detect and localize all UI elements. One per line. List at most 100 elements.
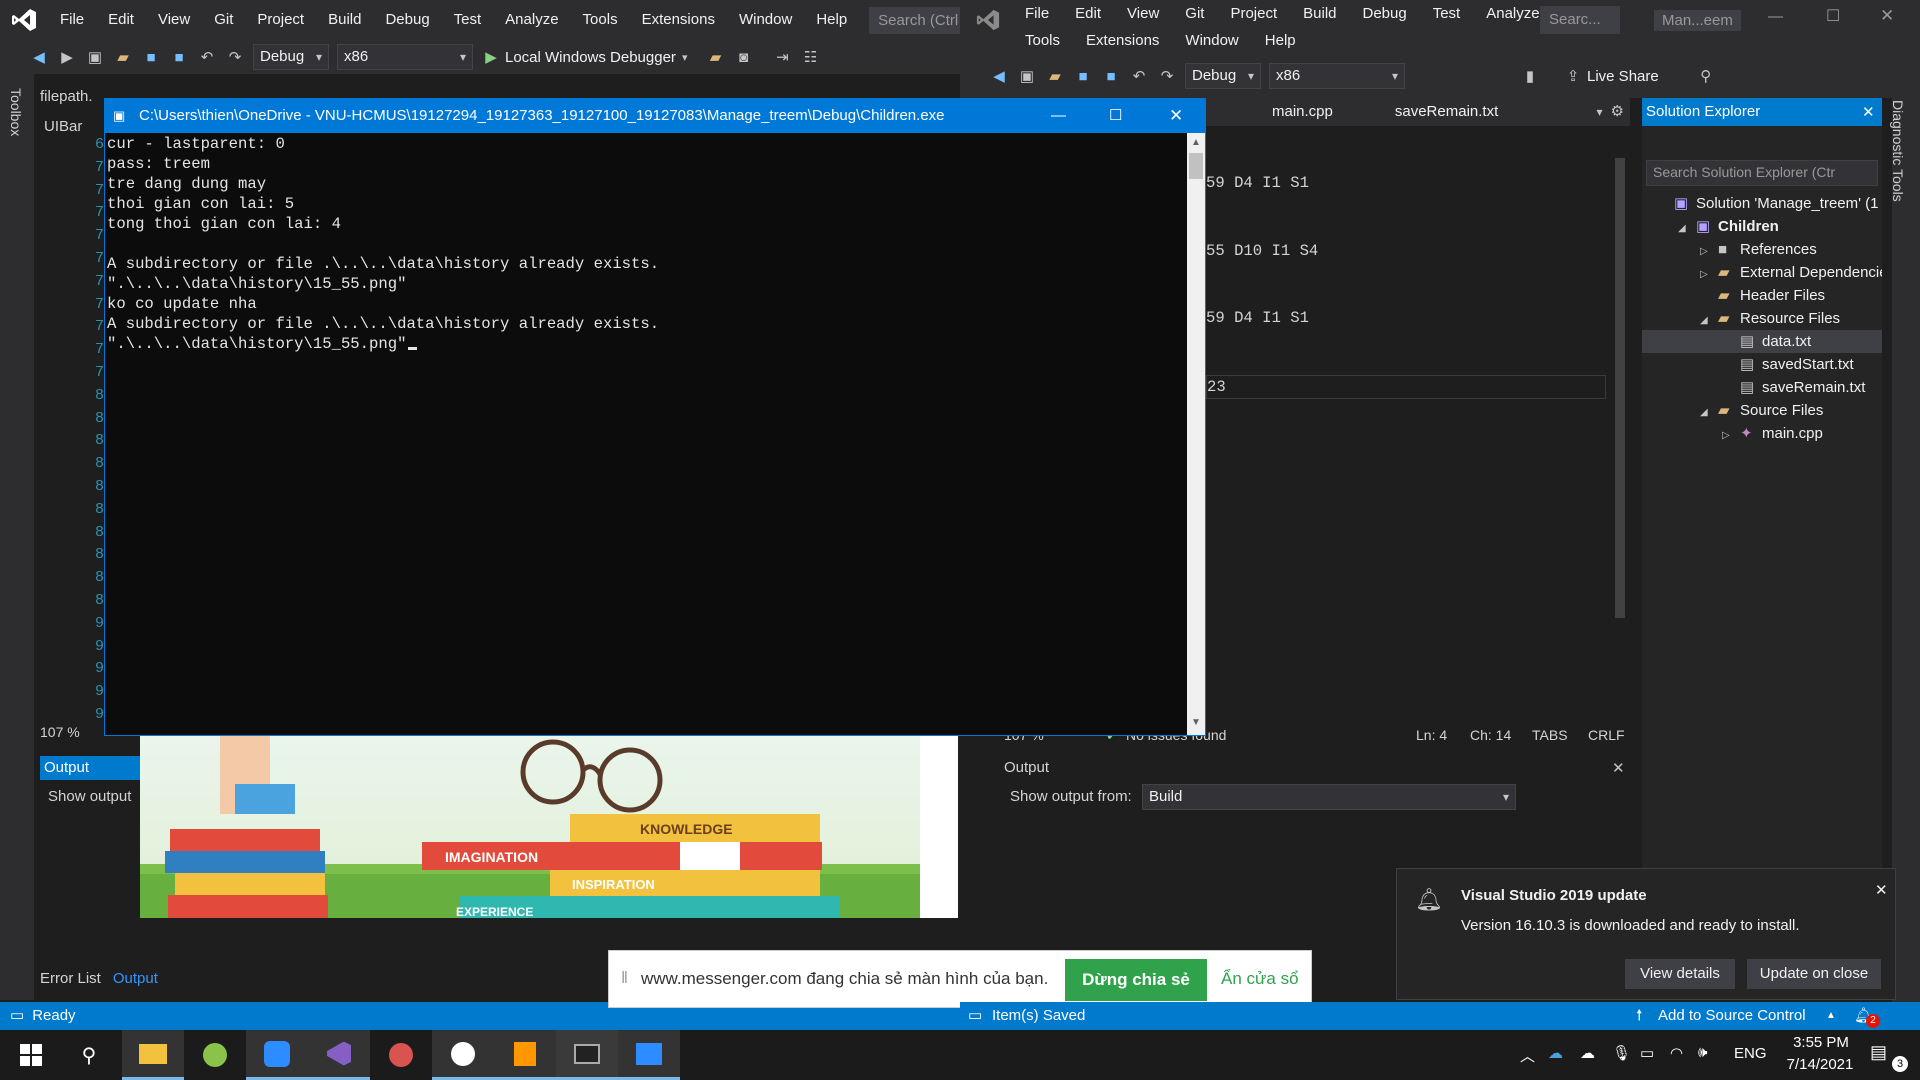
menu-git[interactable]: Git <box>1172 0 1217 27</box>
search-icon[interactable]: ⚲ <box>58 1030 120 1080</box>
tab-main-cpp[interactable]: main.cpp <box>1272 98 1333 126</box>
menu-debug[interactable]: Debug <box>373 0 441 40</box>
scroll-down-icon[interactable]: ▼ <box>1191 717 1201 728</box>
console-output[interactable]: cur - lastparent: 0 pass: treem tre dang d… <box>105 133 1187 735</box>
tree-item-data-txt[interactable]: ▤ data.txt <box>1642 330 1882 353</box>
menu-extensions[interactable]: Extensions <box>1073 27 1172 54</box>
greenshot-icon[interactable] <box>184 1030 246 1080</box>
update-on-close-button[interactable]: Update on close <box>1747 959 1881 989</box>
tree-item-source-files[interactable]: ◢ ▰ Source Files <box>1642 399 1882 422</box>
editor-tab-uibar[interactable]: UIBar <box>44 118 82 135</box>
view-details-button[interactable]: View details <box>1625 959 1735 989</box>
play-icon[interactable]: ▶ <box>480 46 502 68</box>
menu-tools[interactable]: Tools <box>571 0 630 40</box>
output-source-select[interactable]: Build <box>1142 784 1516 810</box>
clock-date[interactable]: 7/14/2021 <box>1780 1056 1860 1073</box>
expand-arrow-icon[interactable]: ◢ <box>1678 217 1696 238</box>
zoom-app-icon[interactable] <box>246 1030 308 1080</box>
clock-time[interactable]: 3:55 PM <box>1786 1034 1856 1051</box>
save-icon[interactable]: ■ <box>1072 65 1094 87</box>
console-title-bar[interactable]: ▣ C:\Users\thien\OneDrive - VNU-HCMUS\19… <box>105 99 1205 133</box>
tree-item-solution-manage-treem-1-o[interactable]: ▣ Solution 'Manage_treem' (1 o <box>1642 192 1882 215</box>
menu-build[interactable]: Build <box>316 0 373 40</box>
back-icon[interactable]: ◀ <box>988 65 1010 87</box>
menu-analyze[interactable]: Analyze <box>493 0 570 40</box>
menu-test[interactable]: Test <box>442 0 494 40</box>
maximize-icon[interactable]: ☐ <box>1109 99 1122 133</box>
scroll-up-icon[interactable]: ▲ <box>1191 137 1201 148</box>
close-icon[interactable]: ✕ <box>1862 103 1875 121</box>
scroll-thumb[interactable] <box>1189 153 1203 179</box>
chevron-down-icon[interactable]: ▾ <box>682 51 688 64</box>
line-ending[interactable]: CRLF <box>1588 727 1625 743</box>
save-all-icon[interactable]: ■ <box>168 46 190 68</box>
expand-arrow-icon[interactable]: ◢ <box>1700 309 1718 330</box>
microphone-icon[interactable]: 🎙︎ <box>1612 1044 1631 1062</box>
undo-icon[interactable]: ↶ <box>1128 65 1150 87</box>
folder-icon[interactable]: ▰ <box>704 46 726 68</box>
feedback-icon[interactable]: ⚲ <box>1695 65 1717 87</box>
menu-debug[interactable]: Debug <box>1350 0 1420 27</box>
menu-view[interactable]: View <box>1114 0 1172 27</box>
tree-item-external-dependencies[interactable]: ▷ ▰ External Dependencies <box>1642 261 1882 284</box>
editor-tab-filepath[interactable]: filepath. <box>40 88 93 105</box>
tab-saveremain-txt[interactable]: saveRemain.txt <box>1395 98 1498 126</box>
menu-window[interactable]: Window <box>1172 27 1251 54</box>
save-icon[interactable]: ■ <box>140 46 162 68</box>
menu-edit[interactable]: Edit <box>1062 0 1114 27</box>
undo-icon[interactable]: ↶ <box>196 46 218 68</box>
close-icon[interactable]: ✕ <box>1612 759 1625 777</box>
minimize-icon[interactable]: — <box>1051 99 1066 133</box>
menu-project[interactable]: Project <box>1217 0 1290 27</box>
run-debugger-button[interactable]: Local Windows Debugger <box>505 49 676 66</box>
chevron-up-icon[interactable]: ▲ <box>1826 1002 1836 1030</box>
battery-icon[interactable]: ▭ <box>1640 1044 1654 1062</box>
file-explorer-icon[interactable] <box>122 1030 184 1080</box>
visual-studio-taskbar-icon[interactable] <box>308 1030 370 1080</box>
right-editor-scrollbar[interactable] <box>1612 126 1630 724</box>
onedrive-icon[interactable]: ☁ <box>1548 1044 1563 1062</box>
volume-icon[interactable]: 🕪︎ <box>1698 1044 1707 1061</box>
drag-handle-icon[interactable]: ‖ <box>621 968 628 988</box>
live-share-button[interactable]: Live Share <box>1587 68 1659 85</box>
new-project-icon[interactable]: ▣ <box>1016 65 1038 87</box>
expand-arrow-icon[interactable]: ◢ <box>1700 401 1718 422</box>
menu-help[interactable]: Help <box>1252 27 1309 54</box>
sublime-text-icon[interactable] <box>494 1030 556 1080</box>
start-windows-icon[interactable] <box>0 1030 62 1080</box>
snipping-tool-icon[interactable] <box>370 1030 432 1080</box>
back-icon[interactable]: ◀ <box>28 46 50 68</box>
screenshot-icon[interactable]: ◙ <box>732 46 754 68</box>
open-folder-icon[interactable]: ▰ <box>112 46 134 68</box>
forward-icon[interactable]: ▶ <box>56 46 78 68</box>
menu-tools[interactable]: Tools <box>1012 27 1073 54</box>
solution-search-input[interactable]: Search Solution Explorer (Ctr <box>1646 160 1878 186</box>
hierarchy-icon[interactable]: ☷ <box>799 46 821 68</box>
new-project-icon[interactable]: ▣ <box>84 46 106 68</box>
bookmark-icon[interactable]: ▮ <box>1519 65 1541 87</box>
menu-edit[interactable]: Edit <box>96 0 146 40</box>
tree-item-main-cpp[interactable]: ▷ ✦ main.cpp <box>1642 422 1882 445</box>
expand-arrow-icon[interactable]: ▷ <box>1700 263 1718 284</box>
platform-select[interactable]: x86 <box>337 44 473 70</box>
menu-view[interactable]: View <box>146 0 202 40</box>
open-folder-icon[interactable]: ▰ <box>1044 65 1066 87</box>
indent-mode[interactable]: TABS <box>1532 727 1568 743</box>
hide-window-link[interactable]: Ẩn cửa sổ <box>1221 969 1299 989</box>
tab-output[interactable]: Output <box>113 970 158 992</box>
editor-taskbar-icon[interactable] <box>618 1030 680 1080</box>
config-select[interactable]: Debug <box>1185 63 1261 89</box>
tree-item-saveremain-txt[interactable]: ▤ saveRemain.txt <box>1642 376 1882 399</box>
tree-item-savedstart-txt[interactable]: ▤ savedStart.txt <box>1642 353 1882 376</box>
input-language[interactable]: ENG <box>1734 1045 1767 1062</box>
maximize-icon[interactable]: ☐ <box>1826 6 1840 26</box>
redo-icon[interactable]: ↷ <box>224 46 246 68</box>
menu-window[interactable]: Window <box>727 0 804 40</box>
search-input[interactable]: Search (Ctrl+ <box>869 6 960 34</box>
tree-item-children[interactable]: ◢ ▣ Children <box>1642 215 1882 238</box>
wifi-icon[interactable]: ◠ <box>1670 1044 1683 1062</box>
menu-test[interactable]: Test <box>1420 0 1474 27</box>
search-input[interactable]: Searc... <box>1540 6 1620 34</box>
right-editor[interactable]: 59 D4 I1 S1 55 D10 I1 S4 59 D4 I1 S1 23 <box>1206 126 1606 726</box>
tree-item-header-files[interactable]: ▰ Header Files <box>1642 284 1882 307</box>
